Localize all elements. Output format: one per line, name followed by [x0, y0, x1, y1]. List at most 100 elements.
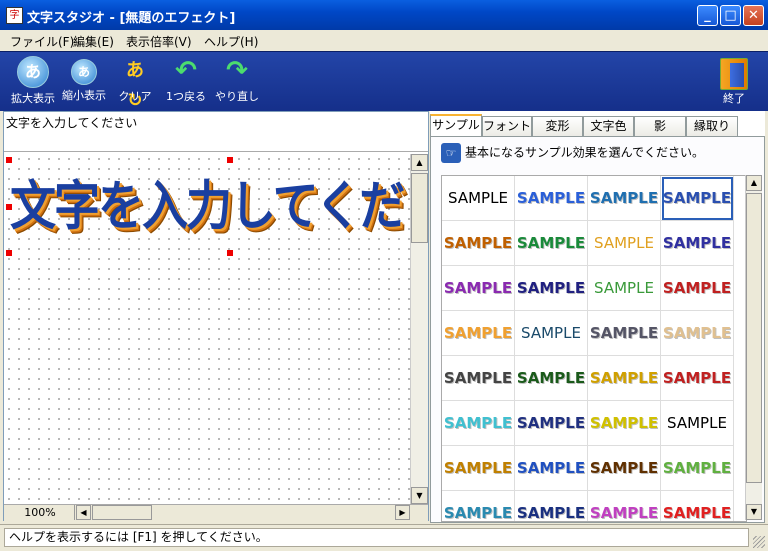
sample-thumbnail[interactable]: SAMPLE — [442, 221, 515, 266]
sample-thumbnail[interactable]: SAMPLE — [588, 446, 661, 491]
sample-thumbnail[interactable]: SAMPLE — [442, 266, 515, 311]
sample-thumbnail[interactable]: SAMPLE — [515, 176, 588, 221]
zoom-level: 100% — [6, 505, 75, 520]
text-input[interactable]: 文字を入力してください — [4, 112, 428, 152]
preview-canvas[interactable]: 文字を入力してくださ — [4, 154, 410, 504]
minimize-button[interactable]: _ — [697, 5, 718, 26]
tab-transform[interactable]: 変形 — [532, 116, 583, 136]
title-bar: 字 文字スタジオ - [無題のエフェクト] _ □ ✕ — [0, 0, 768, 30]
scroll-left-arrow[interactable]: ◀ — [76, 505, 91, 520]
sample-thumbnail[interactable]: SAMPLE — [442, 356, 515, 401]
sample-grid: SAMPLE SAMPLE SAMPLE SAMPLE SAMPLE SAMPLE SAMP… — [441, 175, 747, 522]
door-icon — [716, 56, 752, 90]
hand-pointer-icon: ☞ — [441, 143, 461, 163]
window-title: 文字スタジオ - [無題のエフェクト] — [27, 11, 236, 26]
tab-text-color[interactable]: 文字色 — [583, 116, 634, 136]
sample-thumbnail[interactable]: SAMPLE — [661, 491, 734, 521]
sample-thumbnail[interactable]: SAMPLE — [588, 356, 661, 401]
sample-thumbnail[interactable]: SAMPLE — [515, 491, 588, 521]
sample-thumbnail[interactable]: SAMPLE — [661, 446, 734, 491]
menu-help[interactable]: ヘルプ(H) — [204, 33, 258, 50]
redo-label: やり直し — [215, 90, 259, 103]
resize-handle-ml[interactable] — [6, 204, 12, 210]
editor-panel: 文字を入力してください 文字を入力してくださ ▲ ▼ 100% ◀ ▶ — [3, 111, 429, 521]
sample-thumbnail[interactable]: SAMPLE — [588, 401, 661, 446]
scroll-right-arrow[interactable]: ▶ — [395, 505, 410, 520]
sample-thumbnail[interactable]: SAMPLE — [515, 266, 588, 311]
scroll-down-arrow[interactable]: ▼ — [746, 504, 762, 520]
clear-label: クリア — [118, 90, 152, 103]
sample-thumbnail[interactable]: SAMPLE — [588, 491, 661, 521]
sample-thumbnail[interactable]: SAMPLE — [588, 176, 661, 221]
sample-grid-scrollbar[interactable]: ▲ ▼ — [745, 175, 762, 520]
app-icon[interactable]: 字 — [6, 7, 23, 24]
redo-icon: ↷ — [226, 56, 248, 86]
effect-text[interactable]: 文字を入力してくださ — [10, 164, 410, 240]
zoom-out-button[interactable]: あ 縮小表示 — [60, 56, 108, 103]
sample-thumbnail[interactable]: SAMPLE — [515, 446, 588, 491]
menu-edit[interactable]: 編集(E) — [73, 33, 114, 50]
sample-thumbnail[interactable]: SAMPLE — [442, 446, 515, 491]
properties-panel: サンプル フォント 変形 文字色 影 縁取り ☞ 基本になるサンプル効果を選んでく… — [430, 111, 765, 523]
clear-button[interactable]: あ↻ クリア — [114, 56, 156, 111]
zoom-out-icon: あ — [71, 59, 97, 85]
sample-thumbnail[interactable]: SAMPLE — [661, 311, 734, 356]
zoom-in-icon: あ — [17, 56, 49, 88]
scroll-up-arrow[interactable]: ▲ — [411, 154, 428, 171]
exit-label: 終了 — [723, 92, 745, 105]
clear-icon: あ↻ — [126, 60, 144, 111]
sample-thumbnail[interactable]: SAMPLE — [588, 266, 661, 311]
undo-button[interactable]: ↶ 1つ戻る — [164, 56, 208, 104]
scroll-thumb[interactable] — [411, 173, 428, 243]
resize-handle-bm[interactable] — [227, 250, 233, 256]
resize-handle-tm[interactable] — [227, 157, 233, 163]
resize-handle-bl[interactable] — [6, 250, 12, 256]
tab-strip: サンプル フォント 変形 文字色 影 縁取り — [430, 114, 765, 137]
sample-thumbnail[interactable]: SAMPLE — [442, 176, 515, 221]
resize-grip[interactable] — [753, 536, 765, 548]
sample-tab-body: ☞ 基本になるサンプル効果を選んでください。 SAMPLE SAMPLE SAMPLE… — [430, 136, 765, 523]
sample-thumbnail[interactable]: SAMPLE — [661, 221, 734, 266]
zoom-in-label: 拡大表示 — [11, 92, 55, 105]
sample-thumbnail[interactable]: SAMPLE — [442, 491, 515, 521]
sample-thumbnail[interactable]: SAMPLE — [442, 401, 515, 446]
menu-bar: ファイル(F) 編集(E) 表示倍率(V) ヘルプ(H) — [0, 30, 768, 50]
sample-thumbnail[interactable]: SAMPLE — [515, 401, 588, 446]
zoom-out-label: 縮小表示 — [62, 89, 106, 102]
close-button[interactable]: ✕ — [743, 5, 764, 26]
sample-thumbnail[interactable]: SAMPLE — [588, 221, 661, 266]
sample-thumbnail[interactable]: SAMPLE — [661, 356, 734, 401]
scroll-thumb[interactable] — [746, 193, 762, 483]
tab-shadow[interactable]: 影 — [634, 116, 686, 136]
maximize-button[interactable]: □ — [720, 5, 741, 26]
status-text: ヘルプを表示するには [F1] を押してください。 — [4, 528, 749, 547]
sample-thumbnail[interactable]: SAMPLE — [515, 311, 588, 356]
sample-thumbnail[interactable]: SAMPLE — [515, 356, 588, 401]
sample-thumbnail[interactable]: SAMPLE — [661, 266, 734, 311]
horizontal-scroll-thumb[interactable] — [92, 505, 152, 520]
redo-button[interactable]: ↷ やり直し — [214, 56, 260, 104]
canvas-vertical-scrollbar[interactable]: ▲ ▼ — [410, 154, 428, 504]
scroll-down-arrow[interactable]: ▼ — [411, 487, 428, 504]
tab-outline[interactable]: 縁取り — [686, 116, 738, 136]
menu-zoom[interactable]: 表示倍率(V) — [126, 33, 192, 50]
sample-thumbnail[interactable]: SAMPLE — [661, 176, 734, 221]
menu-file[interactable]: ファイル(F) — [10, 33, 74, 50]
tab-sample[interactable]: サンプル — [430, 114, 482, 137]
exit-button[interactable]: 終了 — [716, 56, 752, 106]
canvas-horizontal-scrollbar[interactable]: 100% ◀ ▶ — [4, 504, 428, 521]
sample-thumbnail[interactable]: SAMPLE — [661, 401, 734, 446]
zoom-in-button[interactable]: あ 拡大表示 — [10, 56, 56, 106]
sample-hint-text: 基本になるサンプル効果を選んでください。 — [465, 145, 705, 160]
undo-label: 1つ戻る — [166, 90, 206, 103]
scroll-up-arrow[interactable]: ▲ — [746, 175, 762, 191]
sample-thumbnail[interactable]: SAMPLE — [515, 221, 588, 266]
sample-thumbnail[interactable]: SAMPLE — [588, 311, 661, 356]
sample-thumbnail[interactable]: SAMPLE — [442, 311, 515, 356]
undo-icon: ↶ — [175, 56, 197, 86]
resize-handle-tl[interactable] — [6, 157, 12, 163]
tab-font[interactable]: フォント — [482, 116, 532, 136]
toolbar: あ 拡大表示 あ 縮小表示 あ↻ クリア ↶ 1つ戻る ↷ やり直し 終了 — [0, 51, 768, 111]
sample-hint: ☞ 基本になるサンプル効果を選んでください。 — [441, 143, 704, 163]
status-bar: ヘルプを表示するには [F1] を押してください。 — [0, 524, 768, 551]
